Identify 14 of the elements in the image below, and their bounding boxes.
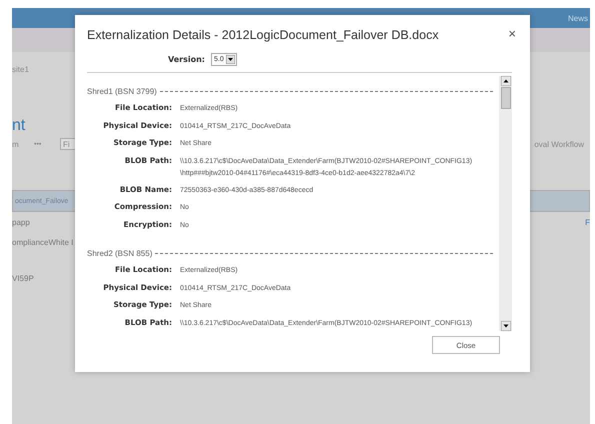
close-button[interactable]: × [508, 27, 516, 40]
scroll-up-icon[interactable] [500, 76, 510, 86]
page-title: nt [12, 117, 26, 136]
scroll-down-icon[interactable] [500, 321, 510, 331]
scroll-thumb[interactable] [500, 87, 510, 109]
news-link[interactable]: News [568, 14, 590, 22]
shred-heading: Shred2 (BSN 855) [87, 248, 154, 258]
view-label[interactable]: m [12, 140, 34, 148]
dialog-title: Externalization Details - 2012LogicDocument_Failover DB.docx [87, 27, 440, 42]
version-label: Version: [166, 55, 206, 64]
dropdown-arrow-icon [226, 55, 235, 64]
column-heading: oval Workflow [534, 140, 585, 148]
shred-heading: Shred1 (BSN 3799) [87, 86, 158, 96]
scrollbar[interactable] [499, 76, 512, 331]
